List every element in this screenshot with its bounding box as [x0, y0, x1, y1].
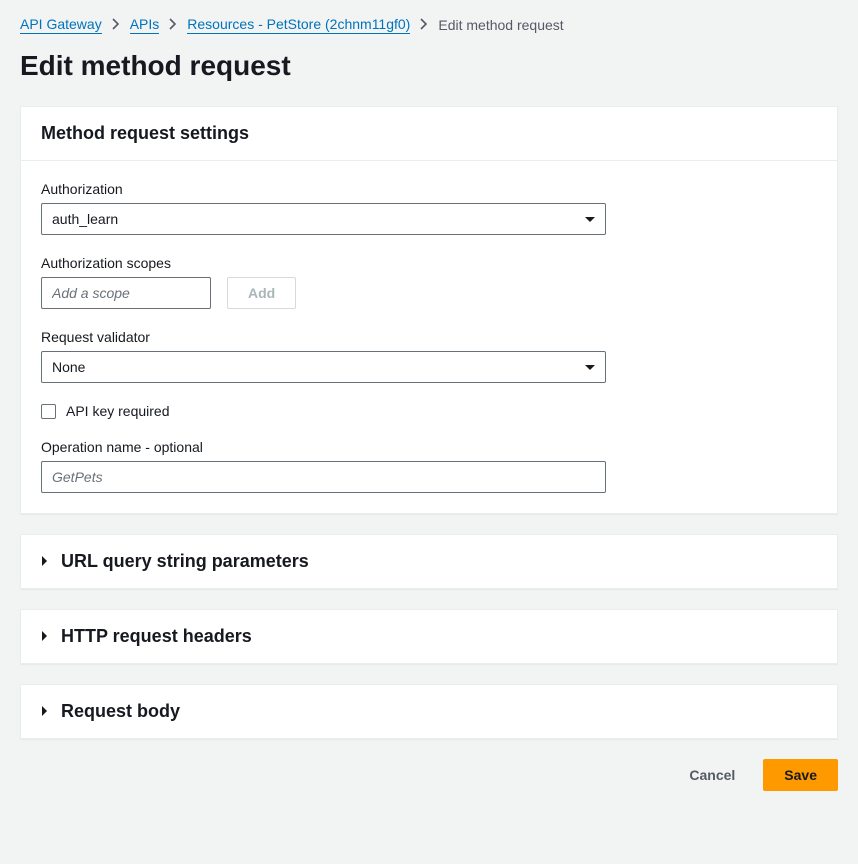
- chevron-right-icon: [112, 17, 120, 33]
- page-title: Edit method request: [20, 50, 838, 82]
- http-headers-section[interactable]: HTTP request headers: [20, 609, 838, 664]
- validator-select[interactable]: None: [41, 351, 606, 383]
- caret-right-icon: [41, 629, 49, 645]
- breadcrumb-link-apis[interactable]: APIs: [130, 16, 160, 34]
- validator-value: None: [52, 359, 85, 375]
- chevron-right-icon: [169, 17, 177, 33]
- method-request-settings-panel: Method request settings Authorization au…: [20, 106, 838, 514]
- panel-title: Method request settings: [41, 123, 817, 144]
- form-actions: Cancel Save: [20, 759, 838, 791]
- authorization-select[interactable]: auth_learn: [41, 203, 606, 235]
- breadcrumb: API Gateway APIs Resources - PetStore (2…: [20, 16, 838, 34]
- url-query-title: URL query string parameters: [61, 551, 309, 572]
- chevron-right-icon: [420, 17, 428, 33]
- scopes-label: Authorization scopes: [41, 255, 817, 271]
- url-query-section[interactable]: URL query string parameters: [20, 534, 838, 589]
- authorization-label: Authorization: [41, 181, 817, 197]
- authorization-value: auth_learn: [52, 211, 118, 227]
- caret-right-icon: [41, 554, 49, 570]
- breadcrumb-current: Edit method request: [438, 17, 563, 33]
- api-key-checkbox[interactable]: [41, 404, 56, 419]
- cancel-button[interactable]: Cancel: [669, 759, 755, 791]
- breadcrumb-link-api-gateway[interactable]: API Gateway: [20, 16, 102, 34]
- validator-label: Request validator: [41, 329, 817, 345]
- breadcrumb-link-resources[interactable]: Resources - PetStore (2chnm11gf0): [187, 16, 410, 34]
- save-button[interactable]: Save: [763, 759, 838, 791]
- operation-name-input[interactable]: [41, 461, 606, 493]
- add-scope-button[interactable]: Add: [227, 277, 296, 309]
- operation-label: Operation name - optional: [41, 439, 817, 455]
- panel-header: Method request settings: [21, 107, 837, 161]
- request-body-title: Request body: [61, 701, 180, 722]
- api-key-label: API key required: [66, 403, 170, 419]
- caret-right-icon: [41, 704, 49, 720]
- request-body-section[interactable]: Request body: [20, 684, 838, 739]
- http-headers-title: HTTP request headers: [61, 626, 252, 647]
- scope-input[interactable]: [41, 277, 211, 309]
